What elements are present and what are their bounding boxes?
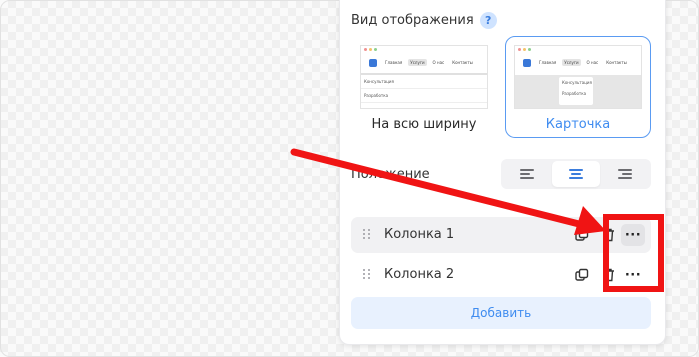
column-name: Колонка 1 <box>384 227 455 242</box>
position-label: Положение <box>351 167 430 182</box>
more-icon: ··· <box>624 227 642 243</box>
copy-icon[interactable] <box>575 268 589 282</box>
column-row[interactable]: Колонка 2 ··· <box>351 257 651 293</box>
add-column-button[interactable]: Добавить <box>351 297 651 329</box>
thumb-submenu-item: Консультация <box>361 75 487 89</box>
align-center-icon <box>569 169 583 179</box>
thumb-submenu-item: Консультация <box>562 80 592 85</box>
settings-panel: Вид отображения ? Главная Услуги О нас К… <box>339 0 666 345</box>
align-right-button[interactable] <box>600 161 649 187</box>
column-row[interactable]: Колонка 1 ··· <box>351 217 651 253</box>
column-name: Колонка 2 <box>384 267 455 282</box>
view-option-label: На всю ширину <box>371 117 477 132</box>
copy-icon[interactable] <box>575 228 589 242</box>
align-left-icon <box>520 169 535 179</box>
more-options-button[interactable]: ··· <box>621 224 645 246</box>
thumb-nav-item: О нас <box>586 60 599 65</box>
drag-handle-icon[interactable] <box>363 269 371 281</box>
card-preview: Главная Услуги О нас Контакты Консультац… <box>514 45 642 109</box>
trash-icon[interactable] <box>603 268 615 282</box>
alignment-toggle <box>501 159 651 189</box>
view-option-card[interactable]: Главная Услуги О нас Контакты Консультац… <box>505 36 651 138</box>
thumb-nav-item: Контакты <box>606 60 627 65</box>
align-left-button[interactable] <box>503 161 552 187</box>
full-width-preview: Главная Услуги О нас Контакты Консультац… <box>360 45 488 109</box>
align-center-button[interactable] <box>551 161 601 187</box>
thumb-nav-item: Услуги <box>562 59 581 66</box>
more-icon: ··· <box>624 267 642 283</box>
thumb-nav-item: Главная <box>385 60 403 65</box>
view-option-full-width[interactable]: Главная Услуги О нас Контакты Консультац… <box>351 36 497 138</box>
thumb-submenu-item: Разработка <box>562 91 587 96</box>
drag-handle-icon[interactable] <box>363 229 371 241</box>
trash-icon[interactable] <box>603 228 615 242</box>
view-option-label: Карточка <box>545 117 611 132</box>
help-icon[interactable]: ? <box>479 12 497 29</box>
align-right-icon <box>617 169 632 179</box>
display-view-title: Вид отображения ? <box>351 12 497 29</box>
thumb-nav-item: Услуги <box>408 59 427 66</box>
more-options-button[interactable]: ··· <box>621 264 645 286</box>
thumb-nav-item: Главная <box>539 60 557 65</box>
thumb-nav-item: О нас <box>432 60 445 65</box>
display-view-title-text: Вид отображения <box>351 13 474 28</box>
thumb-nav-item: Контакты <box>452 60 473 65</box>
thumb-submenu-item: Разработка <box>361 89 487 103</box>
